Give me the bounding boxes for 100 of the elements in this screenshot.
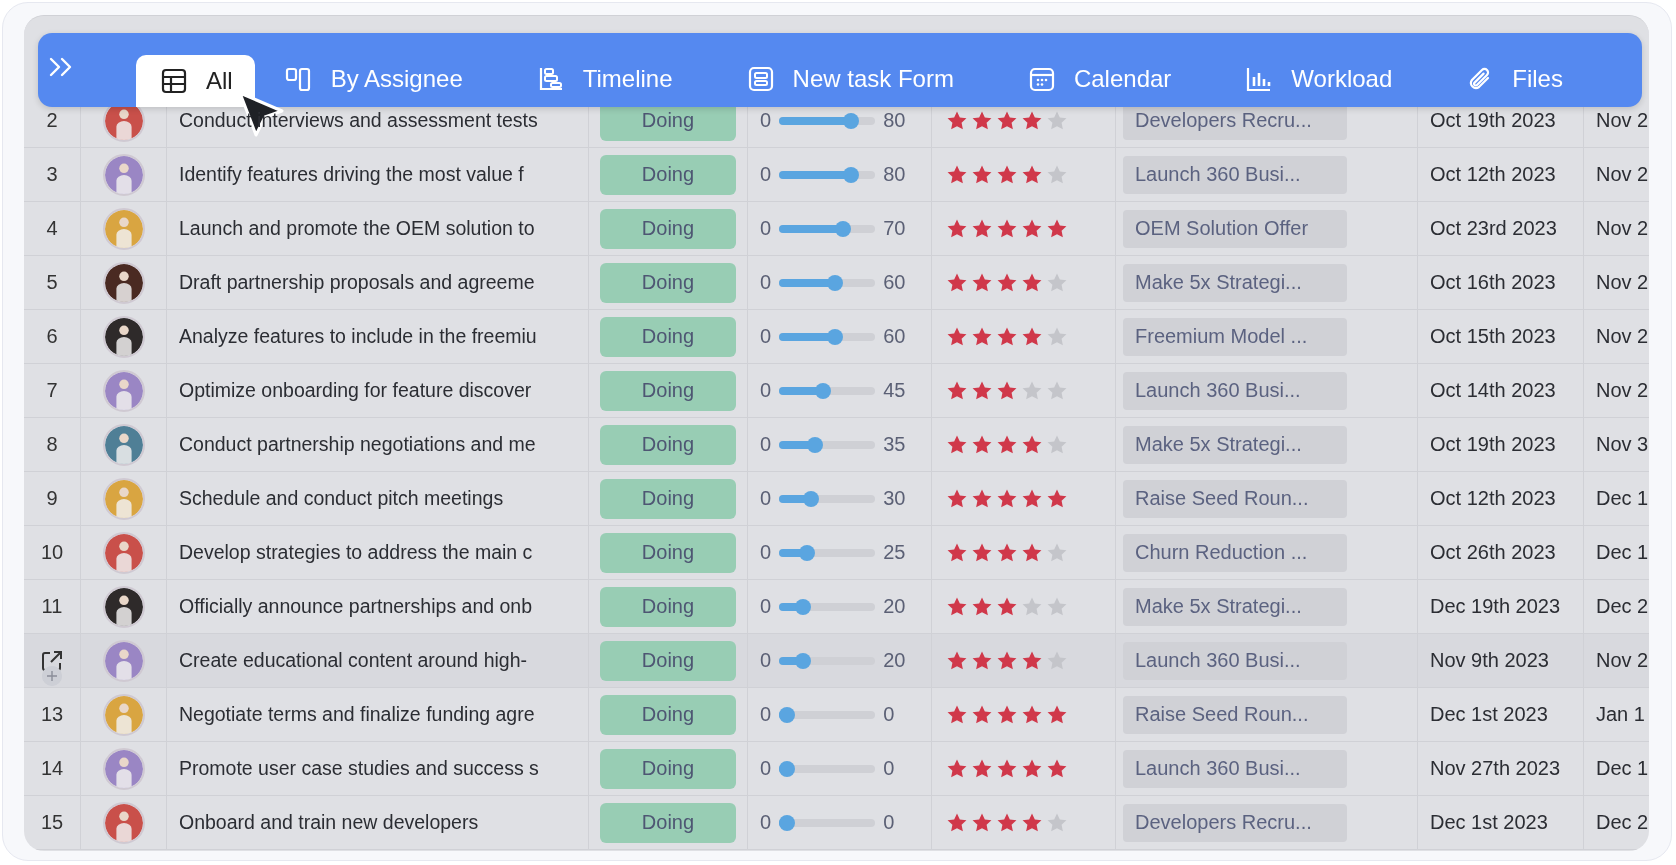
star-rating[interactable] <box>946 541 1068 564</box>
table-row[interactable]: 5 Draft partnership proposals and agreeme Doing 0 60 Make 5x Strategi... Oct 16th 2023 Nov 2 <box>24 256 1649 310</box>
star-rating[interactable] <box>946 379 1068 402</box>
progress-slider[interactable] <box>779 598 876 615</box>
progress-slider[interactable] <box>779 166 876 183</box>
progress-slider[interactable] <box>779 112 876 129</box>
table-row[interactable]: 6 Analyze features to include in the freemiu Doing 0 60 Freemium Model ... Oct 15th 2023 Nov 2 <box>24 310 1649 364</box>
table-row[interactable]: 3 Identify features driving the most value f Doing 0 80 Launch 360 Busi... Oct 12th 2023 Nov 2 <box>24 148 1649 202</box>
progress-value: 0 <box>883 811 895 834</box>
goal-tag: Make 5x Strategi... <box>1123 263 1347 302</box>
slider-thumb[interactable] <box>779 814 796 831</box>
task-title: Schedule and conduct pitch meetings <box>178 487 504 510</box>
table-row[interactable]: 8 Conduct partnership negotiations and me Doing 0 35 Make 5x Strategi... Oct 19th 2023 Nov 3 <box>24 418 1649 472</box>
table-row[interactable]: 14 Promote user case studies and success s Doing 0 0 Launch 360 Busi... Nov 27th 2023 Dec 1 <box>24 742 1649 796</box>
filled-star-icon <box>1046 487 1068 510</box>
filled-star-icon <box>996 109 1018 132</box>
progress-min: 0 <box>760 541 772 564</box>
star-rating[interactable] <box>946 703 1068 726</box>
table-row[interactable]: 13 Negotiate terms and finalize funding agre Doing 0 0 Raise Seed Roun... Dec 1st 2023 Jan 1 <box>24 688 1649 742</box>
star-rating[interactable] <box>946 325 1068 348</box>
end-date: Nov 2 <box>1595 109 1649 132</box>
filled-star-icon <box>971 163 993 186</box>
slider-thumb[interactable] <box>827 328 844 345</box>
star-rating[interactable] <box>946 811 1068 834</box>
filled-star-icon <box>1021 271 1043 294</box>
filled-star-icon <box>971 595 993 618</box>
progress-slider[interactable] <box>779 382 876 399</box>
slider-thumb[interactable] <box>843 166 860 183</box>
progress-slider[interactable] <box>779 274 876 291</box>
progress-slider[interactable] <box>779 760 876 777</box>
filled-star-icon <box>996 379 1018 402</box>
filled-star-icon <box>1021 649 1043 672</box>
star-rating[interactable] <box>946 649 1068 672</box>
star-rating[interactable] <box>946 217 1068 240</box>
start-date: Nov 27th 2023 <box>1429 757 1561 780</box>
table-row[interactable]: 9 Schedule and conduct pitch meetings Doing 0 30 Raise Seed Roun... Oct 12th 2023 Dec 1 <box>24 472 1649 526</box>
table-row[interactable]: 10 Develop strategies to address the main c Doing 0 25 Churn Reduction ... Oct 26th 2023 Dec 1 <box>24 526 1649 580</box>
slider-thumb[interactable] <box>843 112 860 129</box>
table-row[interactable]: 7 Optimize onboarding for feature discover Doing 0 45 Launch 360 Busi... Oct 14th 2023 Nov 2 <box>24 364 1649 418</box>
empty-star-icon <box>1046 325 1068 348</box>
star-rating[interactable] <box>946 757 1068 780</box>
star-rating[interactable] <box>946 433 1068 456</box>
slider-thumb[interactable] <box>835 220 852 237</box>
star-rating[interactable] <box>946 595 1068 618</box>
progress-value: 35 <box>883 433 906 456</box>
status-badge: Doing <box>600 208 736 249</box>
table-row[interactable]: 11 Officially announce partnerships and onb Doing 0 20 Make 5x Strategi... Dec 19th 2023 Dec 2 <box>24 580 1649 634</box>
slider-thumb[interactable] <box>795 598 812 615</box>
start-date: Oct 19th 2023 <box>1429 109 1556 132</box>
progress-value: 30 <box>883 487 906 510</box>
progress-value: 45 <box>883 379 906 402</box>
empty-star-icon <box>1046 109 1068 132</box>
filled-star-icon <box>946 163 968 186</box>
progress-slider[interactable] <box>779 436 876 453</box>
progress-slider[interactable] <box>779 328 876 345</box>
columns-icon <box>284 65 313 93</box>
task-title: Onboard and train new developers <box>178 811 479 834</box>
progress-slider[interactable] <box>779 814 876 831</box>
view-tab[interactable]: All <box>136 55 255 107</box>
slider-thumb[interactable] <box>779 760 796 777</box>
table-row[interactable]: 15 Onboard and train new developers Doing 0 0 Developers Recru... Dec 1st 2023 Dec 2 <box>24 796 1649 850</box>
filled-star-icon <box>996 433 1018 456</box>
slider-thumb[interactable] <box>779 706 796 723</box>
end-date: Nov 2 <box>1595 163 1649 186</box>
goal-tag: Raise Seed Roun... <box>1123 479 1347 518</box>
task-title: Negotiate terms and finalize funding agre <box>178 703 535 726</box>
task-title: Launch and promote the OEM solution to <box>178 217 535 240</box>
slider-thumb[interactable] <box>807 436 824 453</box>
progress-slider[interactable] <box>779 490 876 507</box>
star-rating[interactable] <box>946 163 1068 186</box>
slider-thumb[interactable] <box>803 490 820 507</box>
table-row[interactable]: 4 Launch and promote the OEM solution to Doing 0 70 OEM Solution Offer Oct 23rd 2023 Nov 2 <box>24 202 1649 256</box>
table-row[interactable]: Create educational content around high- Doing 0 20 Launch 360 Busi... Nov 9th 2023 Nov 2 <box>24 634 1649 688</box>
filled-star-icon <box>996 811 1018 834</box>
status-badge: Doing <box>600 586 736 627</box>
star-rating[interactable] <box>946 271 1068 294</box>
empty-star-icon <box>1046 595 1068 618</box>
progress-value: 20 <box>883 595 906 618</box>
star-rating[interactable] <box>946 109 1068 132</box>
status-badge: Doing <box>600 424 736 465</box>
progress-slider[interactable] <box>779 706 876 723</box>
progress-min: 0 <box>760 433 772 456</box>
task-title: Conduct partnership negotiations and me <box>178 433 536 456</box>
filled-star-icon <box>946 433 968 456</box>
filled-star-icon <box>946 811 968 834</box>
slider-thumb[interactable] <box>815 382 832 399</box>
star-rating[interactable] <box>946 487 1068 510</box>
progress-slider[interactable] <box>779 544 876 561</box>
end-date: Dec 1 <box>1595 757 1649 780</box>
progress-slider[interactable] <box>779 220 876 237</box>
progress-min: 0 <box>760 757 772 780</box>
end-date: Nov 2 <box>1595 271 1649 294</box>
goal-tag: OEM Solution Offer <box>1123 209 1347 248</box>
progress-slider[interactable] <box>779 652 876 669</box>
avatar <box>102 747 145 790</box>
slider-thumb[interactable] <box>795 652 812 669</box>
progress-min: 0 <box>760 217 772 240</box>
slider-thumb[interactable] <box>799 544 816 561</box>
slider-thumb[interactable] <box>827 274 844 291</box>
end-date: Nov 3 <box>1595 433 1649 456</box>
